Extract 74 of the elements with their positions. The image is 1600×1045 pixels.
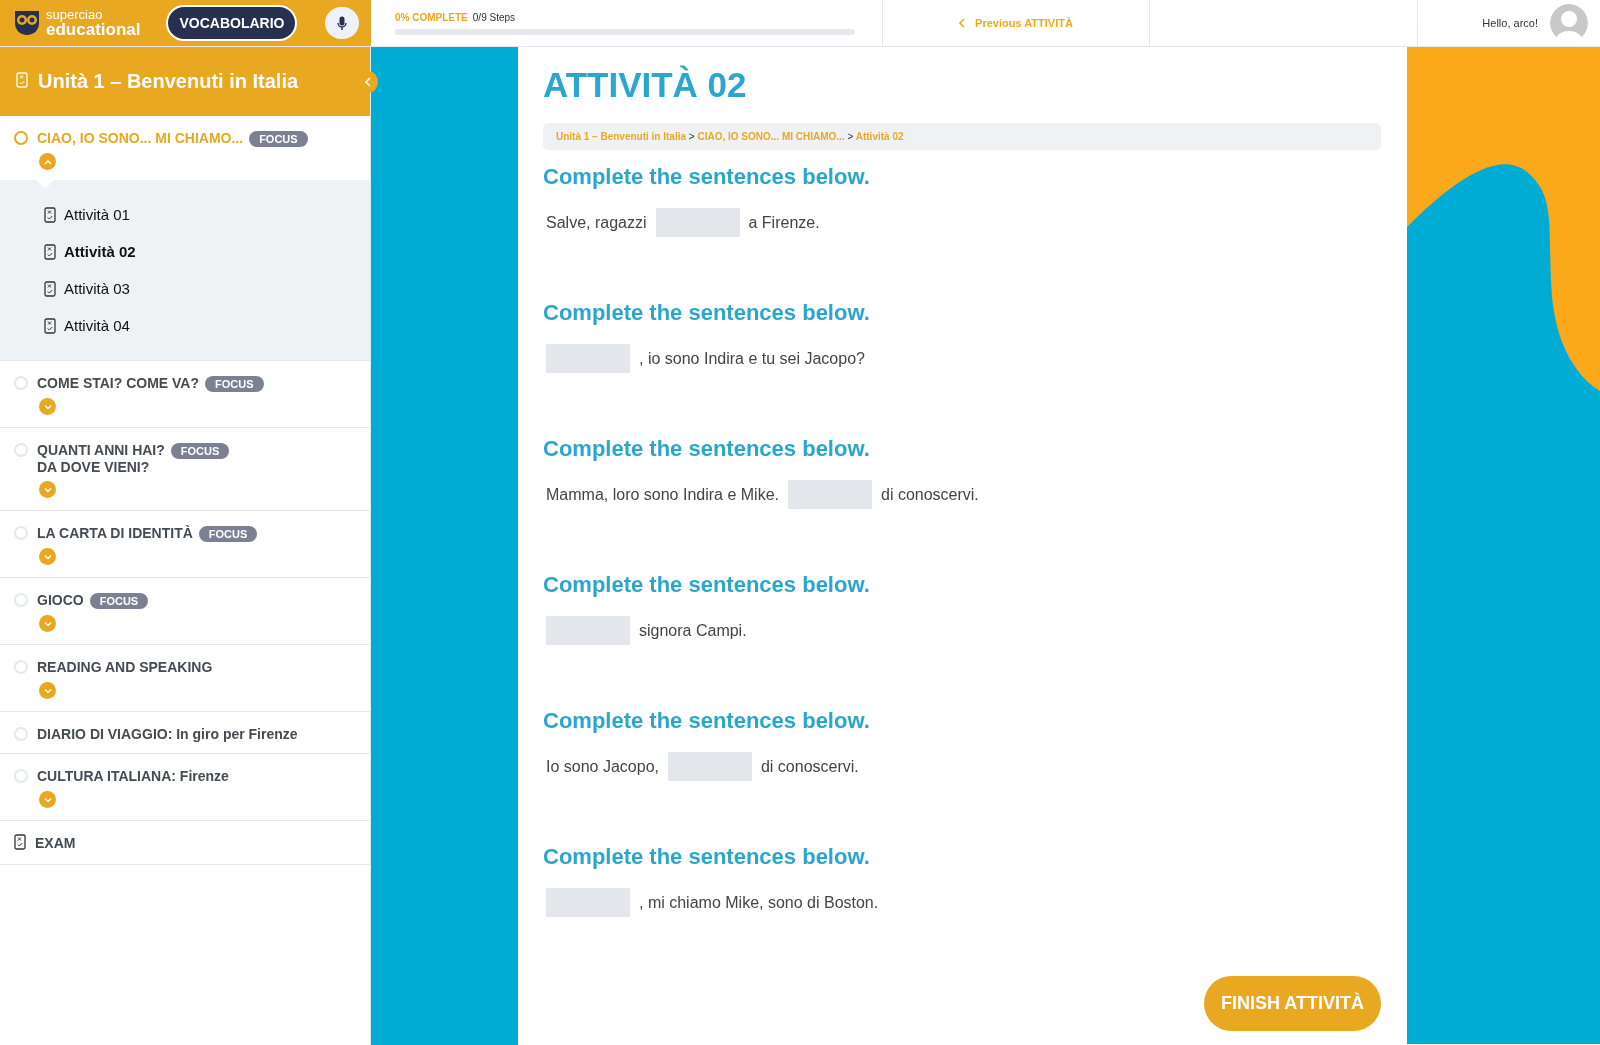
logo-text: educational: [46, 21, 141, 38]
exercise-instruction: Complete the sentences below.: [543, 844, 871, 870]
document-icon: [44, 243, 56, 260]
section-title[interactable]: DIARIO DI VIAGGIO: In giro per Firenze: [37, 726, 298, 742]
answer-field[interactable]: [788, 480, 872, 509]
steps-count: 0/9 Steps: [472, 12, 516, 23]
chevron-down-icon: [43, 403, 52, 410]
microphone-button[interactable]: [325, 7, 359, 39]
focus-badge: FOCUS: [205, 376, 264, 392]
progress-label: 0% COMPLETE: [395, 12, 468, 23]
sentence-text: Mamma, loro sono Indira e Mike.: [546, 485, 779, 504]
chevron-left-icon: [365, 77, 371, 87]
chevron-left-icon: [959, 18, 966, 28]
section-title[interactable]: QUANTI ANNI HAI?: [37, 442, 165, 458]
sentence-text: di conoscervi.: [881, 485, 979, 504]
section-title[interactable]: CULTURA ITALIANA: Firenze: [37, 768, 229, 784]
chevron-up-icon: [43, 158, 52, 165]
focus-badge: FOCUS: [249, 131, 308, 147]
answer-field[interactable]: [667, 752, 752, 781]
sentence-text: , mi chiamo Mike, sono di Boston.: [639, 893, 879, 912]
vocabulary-button[interactable]: VOCABOLARIO: [166, 5, 298, 41]
expand-toggle-button[interactable]: [39, 548, 56, 565]
answer-field[interactable]: [655, 208, 740, 237]
exercise-instruction: Complete the sentences below.: [543, 572, 871, 598]
sentence-text: Salve, ragazzi: [546, 213, 647, 232]
activity-item[interactable]: Attività 01: [44, 196, 370, 233]
section-title[interactable]: COME STAI? COME VA?: [37, 375, 200, 391]
answer-field[interactable]: [546, 616, 630, 645]
breadcrumb-separator: >: [847, 131, 854, 142]
document-icon: [16, 71, 28, 88]
sentence-text: Io sono Jacopo,: [546, 757, 659, 776]
document-icon: [44, 280, 56, 297]
section-subtitle[interactable]: DA DOVE VIENI?: [37, 459, 230, 475]
sentence-text: di conoscervi.: [760, 757, 859, 776]
activity-title: ATTIVITÀ 02: [543, 65, 748, 105]
expand-toggle-button[interactable]: [39, 791, 56, 808]
exercise-instruction: Complete the sentences below.: [543, 436, 871, 462]
answer-field[interactable]: [546, 344, 630, 373]
section-title[interactable]: EXAM: [35, 835, 76, 851]
section-title[interactable]: LA CARTA DI IDENTITÀ: [37, 525, 193, 541]
focus-badge: FOCUS: [170, 443, 230, 459]
breadcrumb-separator: >: [688, 131, 695, 142]
greeting-text: Hello, arco!: [1482, 17, 1538, 29]
sentence-text: , io sono Indira e tu sei Jacopo?: [639, 349, 865, 368]
microphone-icon: [337, 15, 348, 31]
focus-badge: FOCUS: [89, 593, 149, 609]
answer-field[interactable]: [546, 888, 630, 917]
document-icon: [44, 206, 56, 223]
owl-logo-icon: [12, 9, 42, 37]
chevron-down-icon: [43, 553, 52, 560]
chevron-down-icon: [43, 687, 52, 694]
exercise-instruction: Complete the sentences below.: [543, 708, 871, 734]
expand-toggle-button[interactable]: [39, 682, 56, 699]
expand-toggle-button[interactable]: [39, 615, 56, 632]
document-icon: [14, 834, 26, 850]
document-icon: [44, 317, 56, 334]
exercise-instruction: Complete the sentences below.: [543, 164, 871, 190]
activity-item[interactable]: Attività 02: [44, 233, 370, 270]
expand-toggle-button[interactable]: [39, 481, 56, 498]
chevron-down-icon: [43, 620, 52, 627]
expand-toggle-button[interactable]: [39, 398, 56, 415]
chevron-down-icon: [43, 796, 52, 803]
logo-text: superciao: [46, 8, 103, 21]
focus-badge: FOCUS: [198, 526, 258, 542]
section-title[interactable]: READING AND SPEAKING: [37, 659, 213, 675]
exercise-instruction: Complete the sentences below.: [543, 300, 871, 326]
unit-title: Unità 1 – Benvenuti in Italia: [38, 70, 299, 93]
activity-item[interactable]: Attività 03: [44, 270, 370, 307]
chevron-down-icon: [43, 486, 52, 493]
activity-item[interactable]: Attività 04: [44, 307, 370, 344]
sentence-text: signora Campi.: [639, 621, 747, 640]
sentence-text: a Firenze.: [748, 213, 820, 232]
section-title[interactable]: GIOCO: [37, 592, 84, 608]
expand-toggle-button[interactable]: [39, 153, 56, 170]
